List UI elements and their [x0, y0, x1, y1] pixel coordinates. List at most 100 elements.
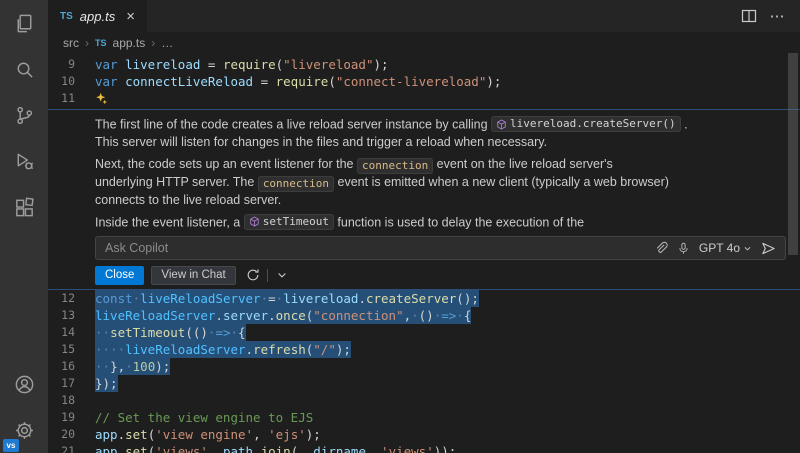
code-token: liveReloadServer: [125, 342, 245, 357]
copilot-sparkle-icon[interactable]: [95, 92, 108, 105]
tab-app-ts[interactable]: TS app.ts ×: [48, 0, 147, 32]
code-token: ));: [434, 444, 457, 453]
code-token: .: [118, 427, 126, 442]
account-icon[interactable]: [0, 361, 48, 407]
code-line[interactable]: 11: [48, 90, 800, 107]
code-line[interactable]: 12const·liveReloadServer·=·livereload.cr…: [48, 290, 800, 307]
vscode-badge: vs: [3, 439, 19, 452]
code-token: liveReloadServer: [140, 291, 260, 306]
line-number[interactable]: 10: [48, 73, 95, 90]
send-icon[interactable]: [761, 241, 776, 256]
line-number[interactable]: 13: [48, 307, 95, 324]
line-number[interactable]: 12: [48, 290, 95, 307]
rerun-icon[interactable]: [243, 266, 263, 285]
line-number[interactable]: 16: [48, 358, 95, 375]
code-line[interactable]: 13liveReloadServer.server.once("connecti…: [48, 307, 800, 324]
code-token: 100: [133, 359, 156, 374]
code-token: "/": [313, 342, 336, 357]
chip-text: connection: [362, 159, 428, 173]
attach-icon[interactable]: [654, 241, 668, 255]
explorer-icon[interactable]: [0, 0, 48, 46]
code-line[interactable]: 10var connectLiveReload = require("conne…: [48, 73, 800, 90]
code-token: ,: [404, 308, 412, 323]
code-lines-below: 12const·liveReloadServer·=·livereload.cr…: [48, 290, 800, 453]
copilot-inline-chat: The first line of the code creates a liv…: [48, 109, 800, 290]
code-token: .: [215, 308, 223, 323]
line-number[interactable]: 20: [48, 426, 95, 443]
code-line[interactable]: 20app.set('view engine', 'ejs');: [48, 426, 800, 443]
code-token: 'views': [155, 444, 208, 453]
breadcrumb-folder[interactable]: src: [63, 36, 79, 50]
code-token: setTimeout: [110, 325, 185, 340]
code-line[interactable]: 15····liveReloadServer.refresh("/");: [48, 341, 800, 358]
code-token: "livereload": [283, 57, 373, 72]
code-token: path: [223, 444, 253, 453]
breadcrumb-file[interactable]: app.ts: [113, 36, 146, 50]
split-editor-icon[interactable]: [736, 3, 762, 29]
code-token: =>: [215, 325, 230, 340]
close-tab-icon[interactable]: ×: [126, 9, 135, 24]
code-token: ·: [411, 308, 419, 323]
line-content: var livereload = require("livereload");: [95, 56, 800, 73]
code-token: .: [118, 444, 126, 453]
chat-paragraph: The first line of the code creates a liv…: [95, 116, 757, 151]
code-token: refresh: [253, 342, 306, 357]
line-content: liveReloadServer.server.once("connection…: [95, 307, 800, 324]
copilot-input-box[interactable]: GPT 4o: [95, 236, 786, 260]
code-token: livereload: [283, 291, 358, 306]
code-token: ··: [95, 359, 110, 374]
code-token: ····: [95, 342, 125, 357]
code-token: 'views': [381, 444, 434, 453]
code-token: .: [358, 291, 366, 306]
run-debug-icon[interactable]: [0, 138, 48, 184]
more-actions-icon[interactable]: ⋯: [764, 3, 790, 29]
code-token: =: [268, 291, 276, 306]
code-token: ,: [366, 444, 381, 453]
code-line[interactable]: 18: [48, 392, 800, 409]
search-icon[interactable]: [0, 46, 48, 92]
line-content: ····liveReloadServer.refresh("/");: [95, 341, 800, 358]
code-token: =: [200, 57, 223, 72]
model-picker[interactable]: GPT 4o: [699, 241, 752, 255]
code-line[interactable]: 21app.set('views', path.join(__dirname, …: [48, 443, 800, 453]
code-token: ·: [456, 308, 464, 323]
code-token: ((): [185, 325, 208, 340]
line-number[interactable]: 15: [48, 341, 95, 358]
code-line[interactable]: 9var livereload = require("livereload");: [48, 56, 800, 73]
extensions-icon[interactable]: [0, 184, 48, 230]
code-line[interactable]: 14··setTimeout(()·=>·{: [48, 324, 800, 341]
code-editor[interactable]: 9var livereload = require("livereload");…: [48, 53, 800, 453]
close-button[interactable]: Close: [95, 266, 144, 285]
source-control-icon[interactable]: [0, 92, 48, 138]
inline-code-chip: connection: [258, 176, 334, 192]
code-token: ·: [261, 291, 269, 306]
breadcrumb: src › TS app.ts › …: [48, 32, 800, 53]
code-token: createServer: [366, 291, 456, 306]
code-token: );: [373, 57, 388, 72]
line-number[interactable]: 11: [48, 90, 95, 107]
copilot-input[interactable]: [105, 241, 645, 255]
line-number[interactable]: 17: [48, 375, 95, 392]
toolbar-divider: [267, 269, 268, 282]
code-token: __dirname: [298, 444, 366, 453]
line-number[interactable]: 9: [48, 56, 95, 73]
line-number[interactable]: 18: [48, 392, 95, 409]
code-line[interactable]: 19// Set the view engine to EJS: [48, 409, 800, 426]
scrollbar-thumb[interactable]: [788, 53, 798, 255]
code-line[interactable]: 17});: [48, 375, 800, 392]
copilot-toolbar: Close View in Chat: [95, 265, 786, 285]
line-number[interactable]: 14: [48, 324, 95, 341]
breadcrumb-symbol[interactable]: …: [161, 36, 173, 50]
chevron-down-icon[interactable]: [272, 266, 292, 285]
code-line[interactable]: 16··},·100);: [48, 358, 800, 375]
code-token: app: [95, 444, 118, 453]
line-content: app.set('views', path.join(__dirname, 'v…: [95, 443, 800, 453]
mic-icon[interactable]: [677, 242, 690, 255]
line-content: // Set the view engine to EJS: [95, 409, 800, 426]
line-number[interactable]: 19: [48, 409, 95, 426]
code-token: join: [261, 444, 291, 453]
view-in-chat-button[interactable]: View in Chat: [151, 266, 235, 285]
code-token: "connect-livereload": [336, 74, 487, 89]
line-number[interactable]: 21: [48, 443, 95, 453]
line-content: app.set('view engine', 'ejs');: [95, 426, 800, 443]
